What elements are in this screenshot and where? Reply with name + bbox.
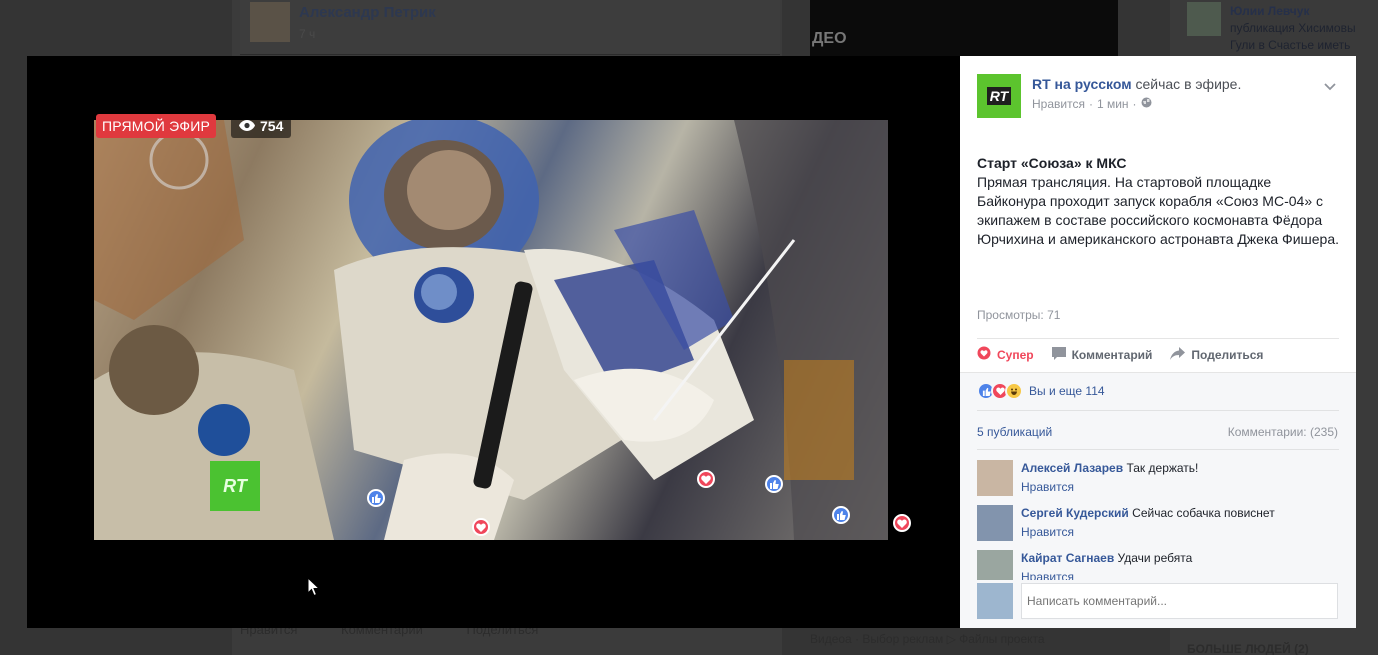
- current-user-avatar: [977, 583, 1013, 619]
- comment-label: Комментарий: [1071, 347, 1153, 362]
- heart-icon: [977, 346, 991, 363]
- background-post-author: Александр Петрик: [299, 4, 436, 21]
- page-avatar[interactable]: RT: [977, 74, 1021, 118]
- floating-like-icon: [765, 475, 783, 493]
- live-badge: ПРЯМОЙ ЭФИР: [96, 114, 217, 138]
- reactions-summary[interactable]: Вы и еще 114: [977, 382, 1105, 400]
- divider: [977, 449, 1339, 450]
- comment-item: Алексей Лазарев Так держать! Нравится: [977, 460, 1198, 496]
- viewer-count-badge: 754: [231, 114, 292, 138]
- share-icon: [1170, 346, 1186, 363]
- floating-like-icon: [832, 506, 850, 524]
- mouse-cursor-icon: [307, 576, 321, 602]
- background-video-thumbnail: ДЕО: [810, 0, 1118, 56]
- haha-reaction-icon: [1005, 382, 1023, 400]
- comments-label: Комментарии:: [1227, 425, 1307, 439]
- video-player[interactable]: ПРЯМОЙ ЭФИР 754 RT: [27, 56, 960, 628]
- post-content: Старт «Союза» к МКС Прямая трансляция. Н…: [977, 154, 1342, 249]
- background-sidebar-author: Юлии Левчук: [1230, 4, 1310, 18]
- comment-body: Алексей Лазарев Так держать! Нравится: [1021, 460, 1198, 496]
- post-header-text: RT на русском сейчас в эфире. Нравится ·…: [1032, 76, 1241, 118]
- comment-item: Сергей Кудерский Сейчас собачка повиснет…: [977, 505, 1275, 541]
- super-reaction-button[interactable]: Супер: [977, 346, 1034, 363]
- comment-body: Сергей Кудерский Сейчас собачка повиснет…: [1021, 505, 1275, 541]
- commenter-name[interactable]: Кайрат Сагнаев: [1021, 551, 1114, 565]
- meta-like-link[interactable]: Нравится: [1032, 97, 1085, 111]
- background-sidebar-avatar: [1187, 2, 1221, 36]
- chevron-down-icon[interactable]: [1324, 78, 1336, 96]
- background-video-thumb-label: ДЕО: [812, 30, 847, 47]
- viewer-count: 754: [260, 118, 284, 134]
- meta-separator: ·: [1132, 97, 1137, 111]
- comment-button[interactable]: Комментарий: [1051, 346, 1153, 363]
- divider: [977, 338, 1339, 339]
- commenter-name[interactable]: Алексей Лазарев: [1021, 461, 1123, 475]
- comment-input[interactable]: [1021, 583, 1338, 619]
- rt-logo: RT: [986, 87, 1012, 105]
- post-headline: RT на русском сейчас в эфире.: [1032, 76, 1241, 92]
- post-meta: Нравится · 1 мин ·: [1032, 97, 1241, 111]
- divider: [977, 410, 1339, 411]
- comments-count: Комментарии: (235): [1228, 425, 1338, 439]
- background-footer-links: Видеоа · Выбор реклам ▷ Файлы проекта: [810, 632, 1045, 646]
- post-actions: Супер Комментарий Поделиться: [977, 346, 1263, 363]
- comment-composer: [960, 580, 1356, 628]
- comment-like-link[interactable]: Нравится: [1021, 524, 1275, 540]
- globe-icon: [1141, 97, 1152, 111]
- live-status-text: сейчас в эфире.: [1135, 76, 1242, 92]
- comment-text: Сейчас собачка повиснет: [1132, 506, 1275, 520]
- post-side-panel: RT RT на русском сейчас в эфире. Нравитс…: [960, 56, 1356, 628]
- floating-love-icon: [697, 470, 715, 488]
- views-count: Просмотры: 71: [977, 308, 1061, 322]
- super-label: Супер: [997, 347, 1034, 362]
- post-text: Прямая трансляция. На стартовой площадке…: [977, 174, 1340, 247]
- comment-icon: [1051, 346, 1066, 363]
- eye-icon: [239, 118, 255, 134]
- background-post-avatar: [250, 2, 290, 42]
- commenter-avatar[interactable]: [977, 505, 1013, 541]
- background-sidebar-text: публикация Хисимовы Гули в Счастье иметь: [1230, 21, 1356, 52]
- comments-number: (235): [1309, 425, 1338, 439]
- reactions-text: Вы и еще 114: [1029, 384, 1105, 398]
- shares-link[interactable]: 5 публикаций: [977, 425, 1052, 439]
- commenter-avatar[interactable]: [977, 460, 1013, 496]
- post-title: Старт «Союза» к МКС: [977, 155, 1127, 171]
- comment-text: Так держать!: [1126, 461, 1199, 475]
- commenter-name[interactable]: Сергей Кудерский: [1021, 506, 1129, 520]
- share-label: Поделиться: [1191, 347, 1264, 362]
- page-name-link[interactable]: RT на русском: [1032, 76, 1132, 92]
- background-more-people: БОЛЬШЕ ЛЮДЕЙ (2): [1187, 642, 1309, 655]
- floating-love-icon: [893, 514, 911, 532]
- post-timestamp[interactable]: 1 мин: [1097, 97, 1129, 111]
- share-button[interactable]: Поделиться: [1170, 346, 1263, 363]
- background-post-time: 7 ч: [299, 27, 316, 41]
- meta-separator: ·: [1088, 97, 1093, 111]
- post-header: RT RT на русском сейчас в эфире. Нравитс…: [977, 74, 1241, 118]
- comment-text: Удачи ребята: [1117, 551, 1193, 565]
- comment-like-link[interactable]: Нравится: [1021, 479, 1198, 495]
- floating-like-icon: [367, 489, 385, 507]
- floating-love-icon: [472, 518, 490, 536]
- background-sidebar-story: Юлии Левчук публикация Хисимовы Гули в С…: [1230, 3, 1370, 54]
- rt-watermark-logo: RT: [210, 461, 260, 511]
